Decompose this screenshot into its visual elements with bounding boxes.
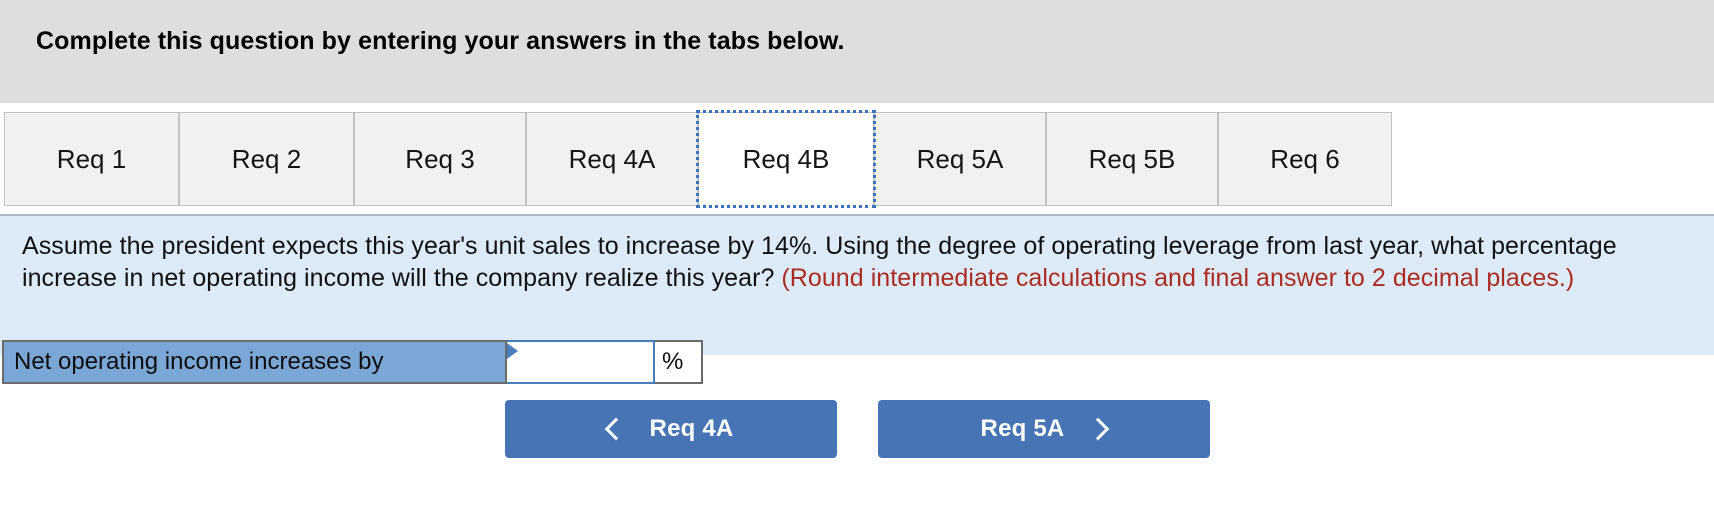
tab-req-5a[interactable]: Req 5A [874,112,1046,206]
answer-row: Net operating income increases by % [2,340,703,384]
question-text: Assume the president expects this year's… [22,230,1692,294]
chevron-left-icon [604,417,627,441]
next-req-5a-button[interactable]: Req 5A [877,400,1210,458]
tab-req-2[interactable]: Req 2 [179,112,354,206]
tab-req-5b[interactable]: Req 5B [1046,112,1218,206]
prev-button-label: Req 4A [649,415,734,442]
question-rounding-note: (Round intermediate calculations and fin… [781,264,1575,292]
header-band: Complete this question by entering your … [0,0,1714,103]
tab-req-4a[interactable]: Req 4A [526,112,698,206]
selected-cell-marker-icon [507,343,518,359]
navigation-buttons: Req 4A Req 5A [0,400,1714,458]
tab-strip: Req 1 Req 2 Req 3 Req 4A Req 4B Req 5A R… [0,108,1714,216]
answer-unit-label: % [655,340,703,384]
tab-req-3[interactable]: Req 3 [354,112,526,206]
page-title: Complete this question by entering your … [36,27,845,55]
tab-req-1[interactable]: Req 1 [4,112,179,206]
answer-label: Net operating income increases by [2,340,507,384]
answer-input-cell[interactable] [507,340,655,384]
question-panel: Assume the president expects this year's… [0,216,1714,355]
prev-req-4a-button[interactable]: Req 4A [504,400,837,458]
tab-req-6[interactable]: Req 6 [1218,112,1392,206]
answer-input[interactable] [507,342,653,382]
tab-req-4b[interactable]: Req 4B [696,110,876,208]
next-button-label: Req 5A [980,415,1065,442]
chevron-right-icon [1087,417,1110,441]
